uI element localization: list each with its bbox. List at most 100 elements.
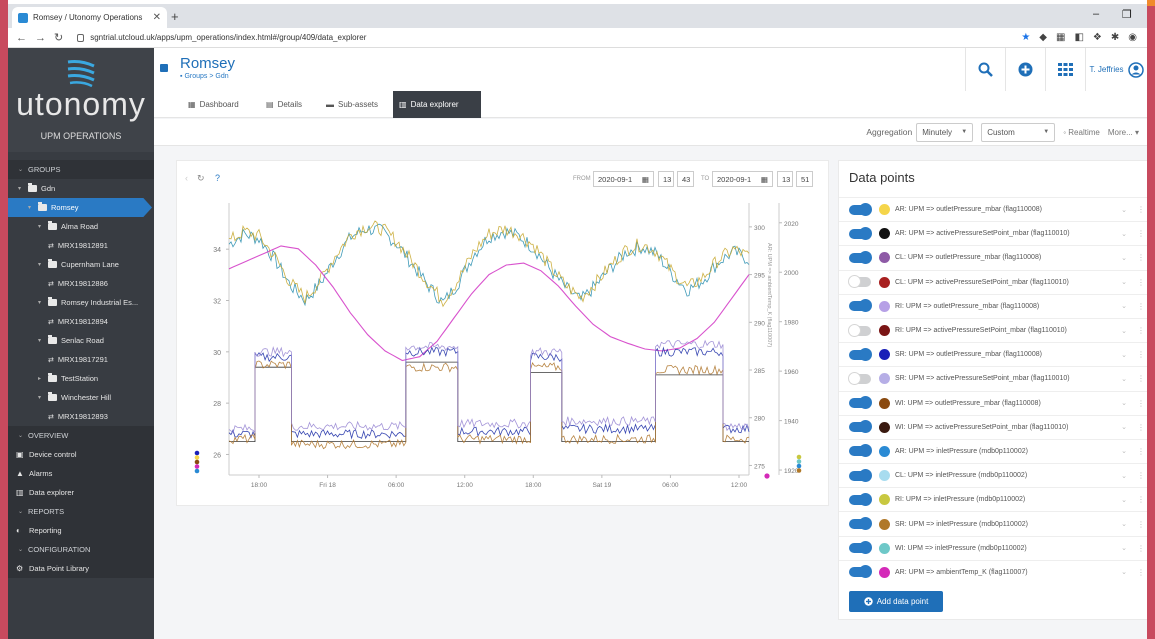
- refresh-icon[interactable]: ↻: [197, 173, 205, 184]
- search-button[interactable]: [965, 48, 1005, 91]
- more-options-icon[interactable]: ⋮: [1137, 326, 1145, 335]
- series-color-swatch[interactable]: [879, 204, 890, 216]
- chevron-down-icon[interactable]: ▾: [38, 299, 48, 306]
- data-point-toggle[interactable]: [849, 420, 872, 434]
- chevron-left-icon[interactable]: ‹: [185, 173, 188, 183]
- data-point-toggle[interactable]: [849, 250, 872, 264]
- sidebar-item-senlac-road[interactable]: ▾ Senlac Road: [8, 331, 154, 350]
- sidebar-item-mrx19812891[interactable]: ⇄ MRX19812891: [8, 236, 154, 255]
- close-tab-icon[interactable]: ✕: [153, 12, 161, 23]
- chevron-down-icon[interactable]: ⌄: [1121, 447, 1127, 455]
- sidebar-item-reports[interactable]: ⌄ REPORTS: [8, 502, 154, 521]
- sidebar-item-alarms[interactable]: ▲ Alarms: [8, 464, 154, 483]
- range-select[interactable]: Custom ▼: [981, 122, 1056, 142]
- chevron-down-icon[interactable]: ⌄: [1121, 351, 1127, 359]
- extension-icon[interactable]: ❖: [1093, 32, 1102, 43]
- to-minute-input[interactable]: 51: [796, 171, 813, 187]
- chevron-down-icon[interactable]: ⌄: [1121, 568, 1127, 576]
- sidebar-item-overview[interactable]: ⌄ OVERVIEW: [8, 426, 154, 445]
- sidebar-item-romsey[interactable]: ▾ Romsey: [8, 198, 152, 217]
- more-options-icon[interactable]: ⋮: [1137, 399, 1145, 408]
- data-point-toggle[interactable]: [848, 323, 871, 337]
- help-icon[interactable]: ?: [215, 173, 220, 183]
- extension-icon[interactable]: ◧: [1074, 32, 1083, 43]
- sidebar-item-data-explorer[interactable]: ▥ Data explorer: [8, 483, 154, 502]
- chevron-right-icon[interactable]: ▸: [38, 375, 48, 382]
- series-color-swatch[interactable]: [879, 252, 890, 264]
- chevron-down-icon[interactable]: ⌄: [1121, 302, 1127, 310]
- user-menu[interactable]: T. Jeffries: [1085, 48, 1147, 91]
- data-point-toggle[interactable]: [849, 226, 872, 240]
- sidebar-item-configuration[interactable]: ⌄ CONFIGURATION: [8, 540, 154, 559]
- chevron-down-icon[interactable]: ⌄: [1121, 544, 1127, 552]
- chevron-down-icon[interactable]: ⌄: [1121, 496, 1127, 504]
- realtime-toggle[interactable]: ◦ Realtime: [1063, 128, 1100, 137]
- data-point-toggle[interactable]: [849, 565, 872, 579]
- series-color-swatch[interactable]: [879, 518, 890, 530]
- data-point-toggle[interactable]: [849, 347, 872, 361]
- tab-sub-assets[interactable]: ▬ Sub-assets: [320, 91, 384, 118]
- data-explorer-chart[interactable]: 26 28 30 32 34 275 280 285 290 295 300 1920 1940 1960…: [177, 195, 830, 507]
- series-color-swatch[interactable]: [879, 373, 890, 385]
- extension-icon[interactable]: ▦: [1056, 32, 1065, 43]
- more-options-icon[interactable]: ⋮: [1137, 278, 1145, 287]
- data-point-toggle[interactable]: [849, 202, 872, 216]
- chevron-down-icon[interactable]: ▾: [38, 394, 48, 401]
- chevron-down-icon[interactable]: ⌄: [1121, 327, 1127, 335]
- restore-icon[interactable]: ❐: [1122, 8, 1132, 21]
- series-color-swatch[interactable]: [879, 494, 890, 506]
- aggregation-select[interactable]: Minutely ▼: [916, 122, 974, 142]
- to-hour-input[interactable]: 13: [777, 171, 793, 187]
- apps-button[interactable]: [1045, 48, 1085, 91]
- more-menu[interactable]: More... ▾: [1108, 128, 1139, 137]
- tab-data-explorer[interactable]: ▥ Data explorer: [393, 91, 481, 118]
- from-date-input[interactable]: 2020-09-1 ▦: [593, 171, 654, 187]
- series-color-swatch[interactable]: [879, 421, 890, 433]
- chevron-down-icon[interactable]: ⌄: [1121, 399, 1127, 407]
- sidebar-item-device-control[interactable]: ▣ Device control: [8, 445, 154, 464]
- new-tab-icon[interactable]: +: [171, 9, 179, 24]
- chevron-down-icon[interactable]: ⌄: [1121, 520, 1127, 528]
- chevron-down-icon[interactable]: ⌄: [1121, 423, 1127, 431]
- bookmark-star-icon[interactable]: ★: [1021, 32, 1030, 43]
- chevron-down-icon[interactable]: ▾: [28, 204, 38, 211]
- chevron-down-icon[interactable]: ▾: [38, 223, 48, 230]
- more-options-icon[interactable]: ⋮: [1137, 374, 1145, 383]
- back-icon[interactable]: ←: [16, 32, 27, 44]
- more-options-icon[interactable]: ⋮: [1137, 423, 1145, 432]
- sidebar-item-data-point-library[interactable]: ⚙ Data Point Library: [8, 559, 154, 578]
- from-hour-input[interactable]: 13: [658, 171, 674, 187]
- chevron-down-icon[interactable]: ⌄: [1121, 278, 1127, 286]
- more-options-icon[interactable]: ⋮: [1137, 471, 1145, 480]
- data-point-toggle[interactable]: [848, 371, 871, 385]
- tab-dashboard[interactable]: ▦ Dashboard: [182, 91, 245, 118]
- series-color-swatch[interactable]: [879, 300, 890, 312]
- series-color-swatch[interactable]: [879, 470, 890, 482]
- series-color-swatch[interactable]: [879, 566, 890, 578]
- series-color-swatch[interactable]: [879, 349, 890, 361]
- more-options-icon[interactable]: ⋮: [1137, 447, 1145, 456]
- more-options-icon[interactable]: ⋮: [1137, 302, 1145, 311]
- more-options-icon[interactable]: ⋮: [1137, 253, 1145, 262]
- chevron-down-icon[interactable]: ▾: [18, 185, 28, 192]
- chevron-down-icon[interactable]: ▾: [38, 337, 48, 344]
- chevron-down-icon[interactable]: ⌄: [1121, 254, 1127, 262]
- data-point-toggle[interactable]: [849, 444, 872, 458]
- sidebar-item-mrx19817291[interactable]: ⇄ MRX19817291: [8, 350, 154, 369]
- sidebar-item-groups[interactable]: ⌄ GROUPS: [8, 160, 154, 179]
- profile-icon[interactable]: ◉: [1128, 32, 1137, 43]
- more-options-icon[interactable]: ⋮: [1137, 520, 1145, 529]
- sidebar-item-winchester-hill[interactable]: ▾ Winchester Hill: [8, 388, 154, 407]
- extension-icon[interactable]: ✱: [1111, 32, 1119, 43]
- data-point-toggle[interactable]: [848, 275, 871, 289]
- reload-icon[interactable]: ↻: [54, 31, 63, 44]
- to-date-input[interactable]: 2020-09-1 ▦: [712, 171, 773, 187]
- more-options-icon[interactable]: ⋮: [1137, 350, 1145, 359]
- sidebar-item-reporting[interactable]: ◐ Reporting: [8, 521, 154, 540]
- sidebar-item-mrx19812886[interactable]: ⇄ MRX19812886: [8, 274, 154, 293]
- chevron-down-icon[interactable]: ⌄: [1121, 206, 1127, 214]
- data-point-toggle[interactable]: [849, 299, 872, 313]
- extension-icon[interactable]: ◆: [1039, 32, 1047, 43]
- data-point-toggle[interactable]: [849, 396, 872, 410]
- more-options-icon[interactable]: ⋮: [1137, 568, 1145, 577]
